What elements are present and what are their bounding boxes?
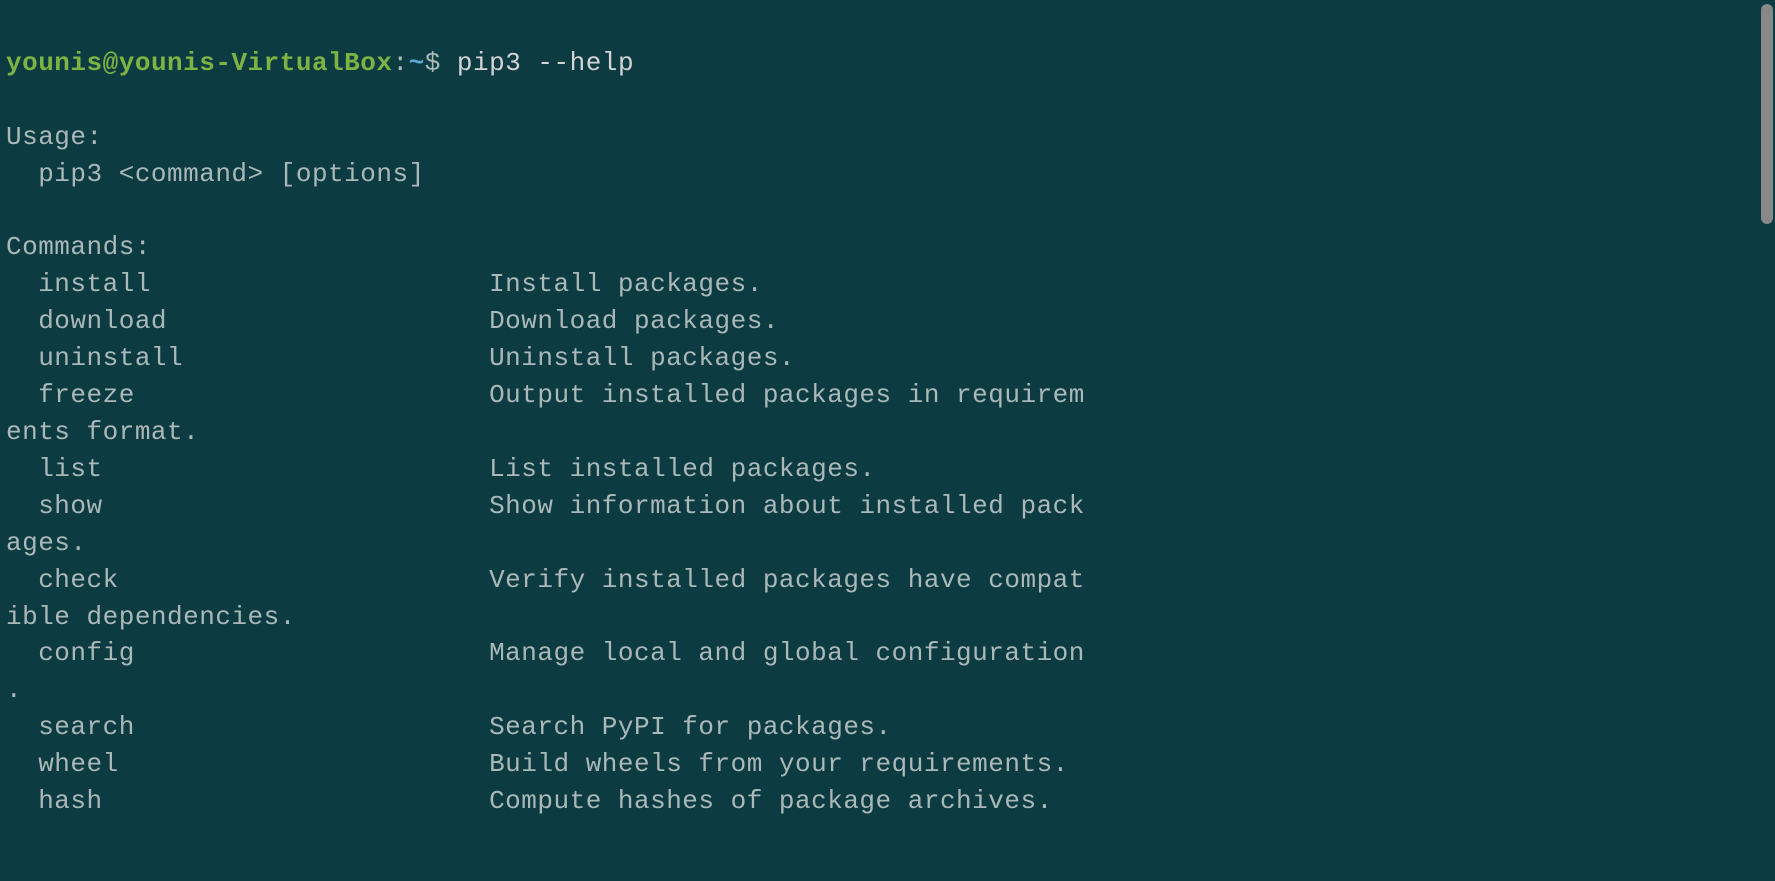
command-line-14: hash Compute hashes of package archives. bbox=[6, 786, 1053, 816]
command-line-11: . bbox=[6, 675, 22, 705]
commands-header: Commands: bbox=[6, 232, 151, 262]
command-line-10: config Manage local and global configura… bbox=[6, 638, 1085, 668]
prompt-dollar: $ bbox=[425, 48, 441, 78]
command-line-0: install Install packages. bbox=[6, 269, 763, 299]
command-line-7: ages. bbox=[6, 528, 87, 558]
terminal-window[interactable]: younis@younis-VirtualBox:~$ pip3 --help … bbox=[0, 0, 1775, 828]
command-input: pip3 --help bbox=[441, 48, 634, 78]
command-line-8: check Verify installed packages have com… bbox=[6, 565, 1085, 595]
command-line-1: download Download packages. bbox=[6, 306, 779, 336]
prompt-host: younis-VirtualBox bbox=[119, 48, 393, 78]
command-line-3: freeze Output installed packages in requ… bbox=[6, 380, 1085, 410]
command-line-5: list List installed packages. bbox=[6, 454, 876, 484]
prompt-colon: : bbox=[392, 48, 408, 78]
command-line-2: uninstall Uninstall packages. bbox=[6, 343, 795, 373]
prompt-at: @ bbox=[103, 48, 119, 78]
usage-header: Usage: bbox=[6, 122, 103, 152]
prompt-path: ~ bbox=[409, 48, 425, 78]
command-line-9: ible dependencies. bbox=[6, 602, 296, 632]
command-line-12: search Search PyPI for packages. bbox=[6, 712, 892, 742]
prompt-line: younis@younis-VirtualBox:~$ pip3 --help bbox=[6, 48, 634, 78]
prompt-user: younis bbox=[6, 48, 103, 78]
command-line-13: wheel Build wheels from your requirement… bbox=[6, 749, 1069, 779]
command-line-4: ents format. bbox=[6, 417, 199, 447]
usage-line: pip3 <command> [options] bbox=[6, 159, 425, 189]
scrollbar-thumb[interactable] bbox=[1761, 4, 1773, 224]
command-line-6: show Show information about installed pa… bbox=[6, 491, 1085, 521]
